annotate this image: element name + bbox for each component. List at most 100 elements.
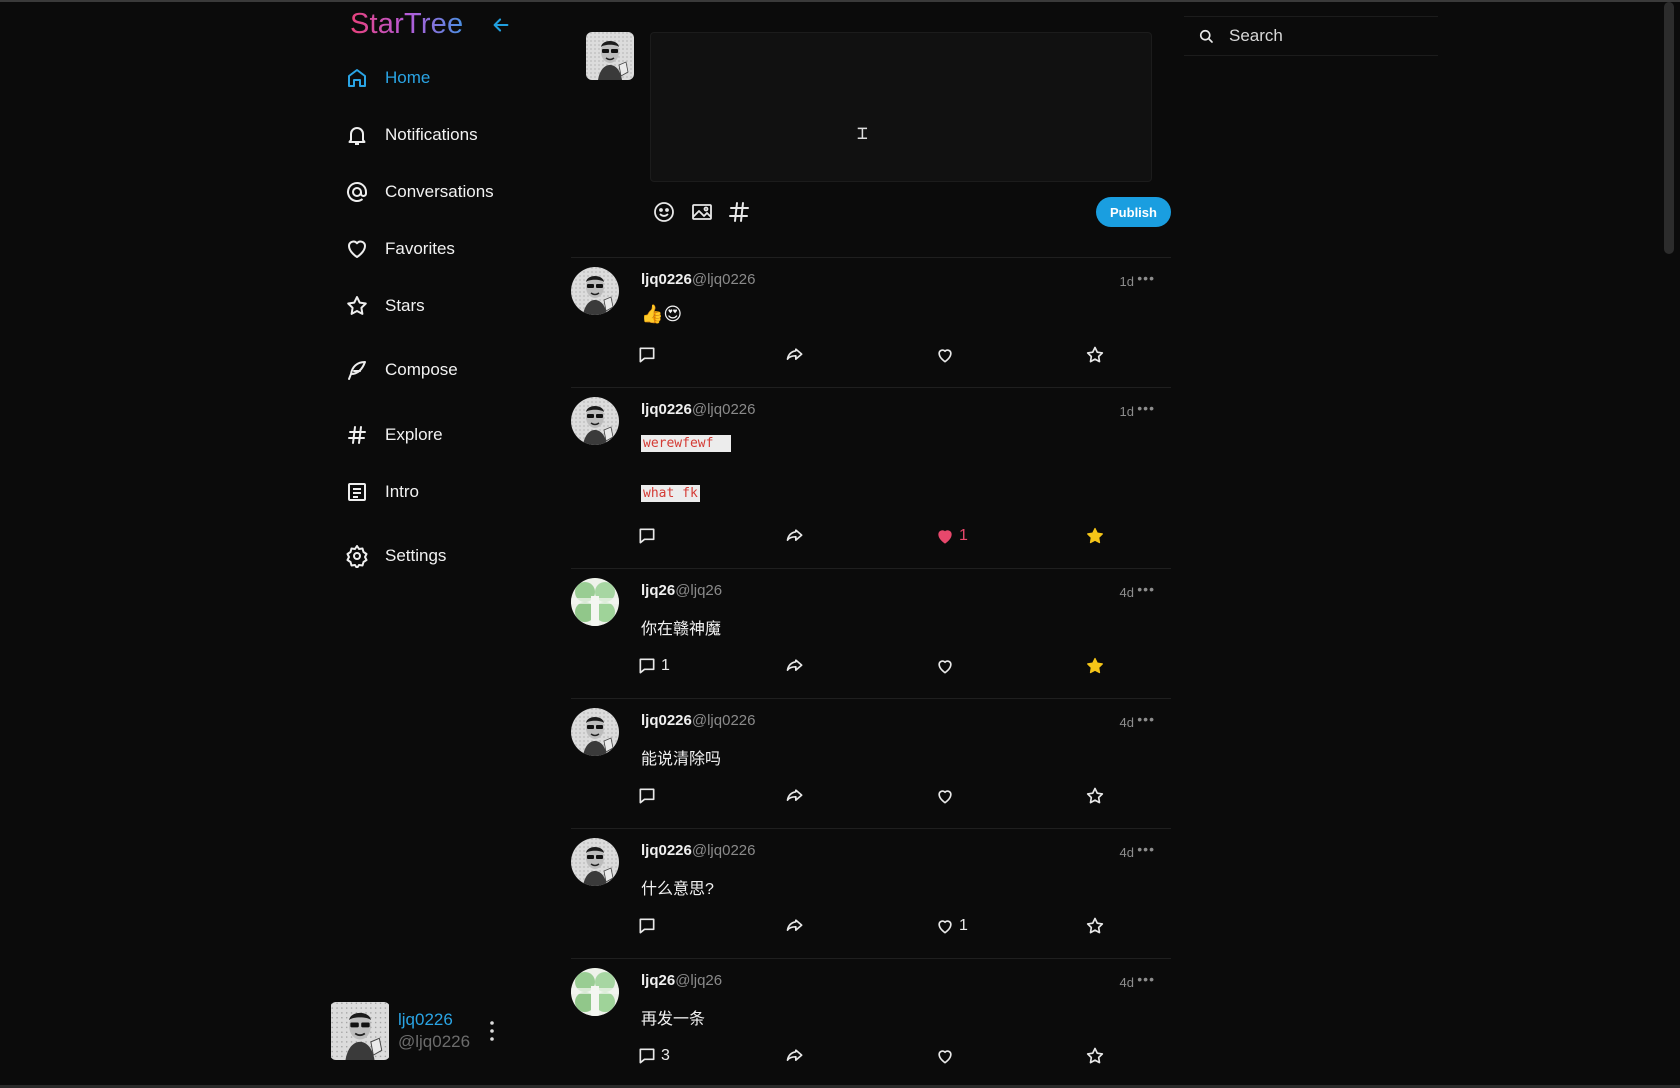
more-options-icon[interactable]: ••• — [1137, 711, 1155, 727]
post-actions — [637, 786, 1097, 810]
post-actions — [637, 345, 1097, 369]
image-icon[interactable] — [690, 200, 714, 224]
comment-count: 3 — [661, 1047, 670, 1064]
star-button[interactable] — [1085, 786, 1105, 806]
gear-icon — [346, 545, 368, 568]
post-author-handle: @ljq26 — [675, 582, 723, 599]
sidebar-item-explore[interactable]: Explore — [345, 417, 545, 453]
sidebar-item-notifications[interactable]: Notifications — [345, 117, 545, 153]
emoji-icon[interactable] — [652, 200, 676, 224]
post-author-name[interactable]: ljq0226 — [641, 712, 692, 729]
post[interactable]: ljq0226@ljq0226 4d ••• 什么意思? 1 — [571, 828, 1171, 958]
post-author-name[interactable]: ljq0226 — [641, 271, 692, 288]
comment-button[interactable] — [637, 916, 657, 936]
star-icon — [1085, 345, 1105, 365]
post[interactable]: ljq26@ljq26 4d ••• 再发一条 3 — [571, 958, 1171, 1088]
more-options-icon[interactable]: ••• — [1137, 400, 1155, 416]
avatar[interactable] — [571, 267, 619, 315]
avatar[interactable] — [571, 578, 619, 626]
search-bar[interactable] — [1184, 16, 1438, 56]
share-button[interactable] — [785, 656, 805, 676]
post-author-name[interactable]: ljq0226 — [641, 842, 692, 859]
comment-icon — [637, 345, 657, 365]
current-user-card[interactable]: ljq0226 @ljq0226 — [330, 1002, 496, 1060]
post-time: 1d — [1119, 404, 1134, 419]
avatar[interactable] — [571, 838, 619, 886]
more-options-icon[interactable]: ••• — [1137, 581, 1155, 597]
post-author-name[interactable]: ljq26 — [641, 582, 675, 599]
share-button[interactable] — [785, 786, 805, 806]
post[interactable]: ljq0226@ljq0226 1d ••• werewfewf what fk… — [571, 387, 1171, 568]
more-options-icon[interactable]: ••• — [1137, 971, 1155, 987]
hashtag-icon[interactable] — [727, 200, 751, 224]
like-button[interactable] — [935, 786, 955, 806]
star-button[interactable] — [1085, 345, 1105, 365]
comment-button[interactable] — [637, 526, 657, 546]
post-time: 4d — [1119, 975, 1134, 990]
brand-logo[interactable]: StarTree — [350, 8, 463, 41]
share-button[interactable] — [785, 345, 805, 365]
sidebar-item-home[interactable]: Home — [345, 60, 545, 96]
more-options-icon[interactable]: ••• — [1137, 270, 1155, 286]
post-author-handle: @ljq0226 — [691, 842, 756, 859]
post-author-handle: @ljq0226 — [691, 271, 756, 288]
like-button[interactable] — [935, 656, 955, 676]
share-button[interactable] — [785, 1046, 805, 1066]
comment-icon — [637, 786, 657, 806]
share-button[interactable] — [785, 526, 805, 546]
sidebar-item-settings[interactable]: Settings — [345, 538, 545, 574]
sidebar-item-stars[interactable]: Stars — [345, 288, 545, 324]
sidebar-item-conversations[interactable]: Conversations — [345, 174, 545, 210]
search-input[interactable] — [1227, 25, 1431, 47]
like-count: 1 — [959, 917, 968, 934]
avatar[interactable] — [571, 968, 619, 1016]
sidebar-item-intro[interactable]: Intro — [345, 474, 545, 510]
share-icon — [785, 345, 805, 365]
share-button[interactable] — [785, 916, 805, 936]
share-icon — [785, 1046, 805, 1066]
avatar[interactable] — [571, 397, 619, 445]
comment-button[interactable] — [637, 786, 657, 806]
more-options-icon[interactable]: ••• — [1137, 841, 1155, 857]
avatar[interactable] — [571, 708, 619, 756]
compose-textarea[interactable] — [650, 32, 1152, 182]
at-icon — [347, 181, 367, 202]
collapse-sidebar-icon[interactable] — [490, 14, 512, 36]
post-author-name[interactable]: ljq0226 — [641, 401, 692, 418]
heart-icon — [935, 345, 955, 365]
post-author-name[interactable]: ljq26 — [641, 972, 675, 989]
publish-button[interactable]: Publish — [1096, 197, 1171, 227]
post-time: 1d — [1119, 274, 1134, 289]
post[interactable]: ljq26@ljq26 4d ••• 你在赣神魔 1 — [571, 568, 1171, 698]
like-button[interactable] — [935, 345, 955, 365]
post-time: 4d — [1119, 845, 1134, 860]
post-author-handle: @ljq0226 — [691, 401, 756, 418]
comment-button[interactable] — [637, 345, 657, 365]
sidebar-item-favorites[interactable]: Favorites — [345, 231, 545, 267]
current-user-name: ljq0226 — [398, 1010, 453, 1029]
star-button[interactable] — [1085, 656, 1105, 676]
like-button[interactable]: 1 — [935, 526, 968, 546]
like-button[interactable]: 1 — [935, 916, 968, 936]
star-icon — [1085, 916, 1105, 936]
post-body: 能说清除吗 — [641, 751, 722, 768]
post[interactable]: ljq0226@ljq0226 1d ••• 👍😍 — [571, 257, 1171, 387]
like-button[interactable] — [935, 1046, 955, 1066]
heart-icon — [348, 240, 366, 258]
star-button[interactable] — [1085, 526, 1105, 546]
comment-button[interactable]: 1 — [637, 656, 670, 676]
post-author-handle: @ljq26 — [675, 972, 723, 989]
hashtag-icon — [348, 426, 366, 444]
star-button[interactable] — [1085, 916, 1105, 936]
sidebar-item-compose[interactable]: Compose — [345, 352, 545, 388]
scrollbar[interactable] — [1664, 2, 1674, 254]
post-body: 什么意思? — [641, 881, 714, 898]
star-button[interactable] — [1085, 1046, 1105, 1066]
post-actions: 1 — [637, 916, 1097, 940]
post-header: ljq0226@ljq0226 — [641, 401, 755, 418]
share-icon — [785, 786, 805, 806]
comment-button[interactable]: 3 — [637, 1046, 670, 1066]
sidebar-item-label: Stars — [385, 296, 425, 315]
more-vertical-icon[interactable] — [488, 1019, 496, 1043]
post[interactable]: ljq0226@ljq0226 4d ••• 能说清除吗 — [571, 698, 1171, 828]
